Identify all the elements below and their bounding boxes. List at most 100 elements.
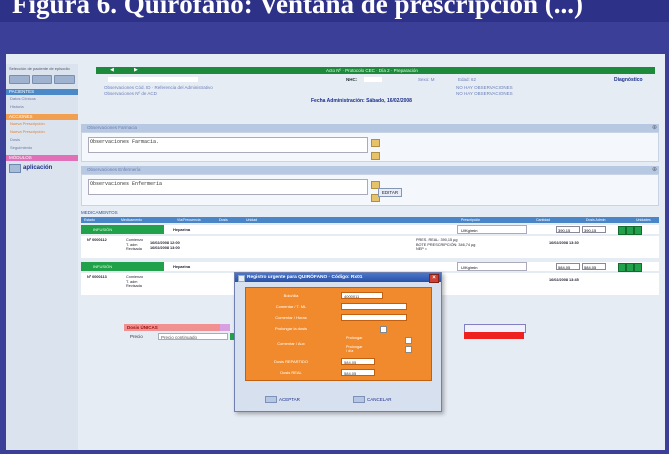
confirm-button[interactable] xyxy=(618,263,626,272)
col-medicamento: Medicamento xyxy=(121,218,143,222)
confirm-button-2[interactable] xyxy=(626,226,634,235)
diagnosis-link[interactable]: Diagnóstico xyxy=(614,77,643,83)
alert-bar xyxy=(464,332,524,339)
dose-select-2[interactable]: 390,15 xyxy=(582,226,606,233)
comment-hours-input[interactable] xyxy=(341,314,407,321)
cancel-icon xyxy=(353,396,365,404)
cancel-button[interactable]: CANCELAR xyxy=(353,395,392,404)
nursing-observations-textarea[interactable]: Observaciones Enfermería xyxy=(88,179,368,195)
single-doses-label: Dosis ÚNICAS xyxy=(124,324,220,331)
pharmacy-panel: Observaciones Farmacia. xyxy=(81,132,659,162)
comment-ml-input[interactable] xyxy=(341,303,407,310)
field-label: Comentar / Horas xyxy=(275,315,307,320)
table-row[interactable]: INFUSIÓN Heparina U/Kg/min 390,15 390,15 xyxy=(81,225,659,235)
dose-select-2[interactable]: 584,05 xyxy=(582,263,606,270)
dose-repartido-input[interactable]: 584,05 xyxy=(341,358,375,365)
col-dosis: Dosis xyxy=(219,218,228,222)
nursing-panel-header[interactable]: Observaciones Enfermería ⊕ xyxy=(81,166,659,174)
sidebar-app-label: aplicación xyxy=(23,165,53,171)
bolo-input[interactable]: 4000011 xyxy=(341,292,383,299)
sidebar-section-modules: MÓDULOS xyxy=(6,155,78,161)
price-field[interactable]: Precio continuado xyxy=(158,333,228,340)
medications-title: MEDICAMENTOS xyxy=(81,210,118,215)
close-icon[interactable]: × xyxy=(429,274,439,283)
confirm-button[interactable] xyxy=(618,226,626,235)
row-status: INFUSIÓN xyxy=(81,262,164,271)
dose-select[interactable]: 584,05 xyxy=(556,263,580,270)
dialog-titlebar[interactable]: Registro urgente para QUIRÓFANO · Código… xyxy=(235,273,441,283)
col-via: Vía/Frecuencia xyxy=(177,218,201,222)
sidebar: Selección de paciente de episodio PACIEN… xyxy=(6,64,78,450)
row-medication-name: Heparina xyxy=(173,227,191,232)
col-unidades: Unidades xyxy=(636,218,651,222)
observations-right-2: NO HAY OBSERVACIONES xyxy=(456,91,513,96)
option-label: Prolongar / día xyxy=(346,345,363,353)
observations-right-1: NO HAY OBSERVACIONES xyxy=(456,85,513,90)
col-unidad: Unidad xyxy=(246,218,258,222)
field-label: Bolo/día xyxy=(283,293,299,298)
dose-select[interactable]: 390,15 xyxy=(556,226,580,233)
administration-date: Fecha Administración: Sábado, 16/02/2008 xyxy=(311,98,412,104)
row-status: INFUSIÓN xyxy=(81,225,164,234)
sidebar-button-2[interactable] xyxy=(31,75,53,84)
confirm-button-2[interactable] xyxy=(626,263,634,272)
sidebar-item-historia[interactable]: Historia xyxy=(6,103,78,111)
sex-value: Sexo: M xyxy=(418,77,435,82)
sidebar-item-datos-clinicos[interactable]: Datos Clínicos xyxy=(6,95,78,103)
sidebar-item-seguimiento[interactable]: Seguimiento xyxy=(6,144,78,152)
confirm-button-3[interactable] xyxy=(634,226,642,235)
nhc-label: NHC: xyxy=(346,77,358,82)
pharmacy-panel-header[interactable]: Observaciones Farmacia ⊕ xyxy=(81,124,659,132)
field-label: Prolongar la dosis xyxy=(274,326,308,331)
application-window: Selección de paciente de episodio PACIEN… xyxy=(6,54,665,450)
window-icon xyxy=(238,275,245,282)
observations-left-1: Observaciones Cód. ID · Referencia del A… xyxy=(104,85,213,90)
pharmacy-note-button-2[interactable] xyxy=(371,152,380,160)
dialog-footer: ACEPTAR CANCELAR xyxy=(235,391,441,411)
nursing-panel-title: Observaciones Enfermería xyxy=(87,167,141,172)
collapse-icon[interactable]: ⊕ xyxy=(652,124,657,132)
sidebar-app-link[interactable]: aplicación xyxy=(9,163,75,173)
field-label: Comentar / Aux xyxy=(277,341,305,346)
forward-arrow-icon[interactable]: ▶ xyxy=(134,68,140,73)
back-arrow-icon[interactable]: ◀ xyxy=(110,68,116,73)
edit-button[interactable]: EDITAR xyxy=(378,188,402,197)
sidebar-toolbar xyxy=(6,73,78,86)
pharmacy-note-button[interactable] xyxy=(371,139,380,147)
option-checkbox[interactable] xyxy=(405,337,412,344)
field-label: Comentar / T. ML xyxy=(275,304,307,309)
field-label: Dosis REAL xyxy=(280,370,302,375)
dose-real-input[interactable]: 584,05 xyxy=(341,369,375,376)
single-doses-marker xyxy=(220,324,230,331)
prolong-checkbox[interactable] xyxy=(380,326,387,333)
slide-title: Figura 6. Quirófano: Ventana de prescrip… xyxy=(0,0,669,22)
observations-left-2: Observaciones Nº de ACD xyxy=(104,91,157,96)
price-label: Precio xyxy=(130,334,143,339)
episode-info: Acto Nº · Protocolo CEC · Día 2 · Prepar… xyxy=(326,68,418,73)
accept-button[interactable]: ACEPTAR xyxy=(265,395,300,404)
option-checkbox-2[interactable] xyxy=(405,346,412,353)
slide-frame: Figura 6. Quirófano: Ventana de prescrip… xyxy=(0,0,669,454)
nhc-field xyxy=(364,77,382,82)
sidebar-button-3[interactable] xyxy=(54,75,76,84)
table-row[interactable]: INFUSIÓN Heparina U/Kg/min 584,05 584,05 xyxy=(81,262,659,272)
pharmacy-observations-textarea[interactable]: Observaciones Farmacia. xyxy=(88,137,368,153)
table-row-detail: Nº 0000112 Comienzo T. adm Revisada 16/0… xyxy=(81,236,659,258)
confirm-button-3[interactable] xyxy=(634,263,642,272)
dialog-form: Bolo/día 4000011 Comentar / T. ML Coment… xyxy=(245,287,432,381)
row-unit: U/Kg/min xyxy=(457,225,527,234)
medications-table-header: Estado Medicamento Vía/Frecuencia Dosis … xyxy=(81,217,659,223)
row-unit: U/Kg/min xyxy=(457,262,527,271)
sidebar-item-dosis[interactable]: Dosis xyxy=(6,136,78,144)
col-estado: Estado xyxy=(84,218,95,222)
sidebar-button-1[interactable] xyxy=(9,75,30,84)
sidebar-item-nueva-prescripcion-2[interactable]: Nueva Prescripción xyxy=(6,128,78,136)
patient-info: NHC: Sexo: M Edad: 62 Diagnóstico Observ… xyxy=(96,76,655,98)
collapse-icon-2[interactable]: ⊕ xyxy=(652,166,657,174)
col-dosis-admin: Dosis Admin xyxy=(586,218,606,222)
col-cantidad: Cantidad xyxy=(536,218,551,222)
urgent-registration-dialog: Registro urgente para QUIRÓFANO · Código… xyxy=(234,272,442,412)
dialog-title: Registro urgente para QUIRÓFANO · Código… xyxy=(247,275,363,280)
accept-icon xyxy=(265,396,277,404)
sidebar-item-nueva-prescripcion[interactable]: Nueva Prescripción xyxy=(6,120,78,128)
